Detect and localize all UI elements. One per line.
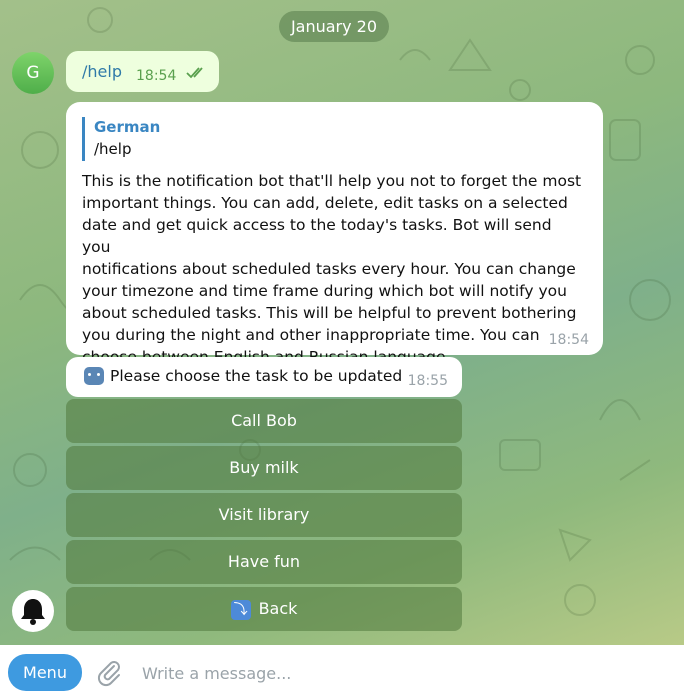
message-time: 18:55	[407, 373, 448, 389]
message-line: important things. You can add, delete, e…	[82, 194, 568, 212]
attach-paperclip-icon[interactable]	[96, 660, 122, 688]
message-line: your timezone and time frame during whic…	[82, 282, 567, 300]
bell-icon	[21, 599, 45, 625]
reply-quote[interactable]: German /help	[82, 117, 160, 161]
read-checkmarks-icon	[186, 67, 203, 79]
message-line: notifications about scheduled tasks ever…	[82, 260, 576, 278]
keyboard-button-buy-milk[interactable]: Buy milk	[66, 446, 462, 490]
message-text: /help	[82, 62, 122, 81]
keyboard-button-label: Back	[258, 599, 298, 618]
message-text: Please choose the task to be updated	[110, 367, 403, 385]
message-line: This is the notification bot that'll hel…	[82, 172, 582, 190]
date-separator: January 20	[279, 11, 389, 42]
message-time: 18:54	[548, 332, 589, 348]
robot-icon	[84, 367, 104, 385]
outgoing-message[interactable]: /help 18:54	[66, 51, 219, 92]
bot-help-message[interactable]: German /help This is the notification bo…	[66, 102, 603, 366]
bot-prompt-message[interactable]: Please choose the task to be updated 18:…	[66, 357, 462, 397]
menu-button[interactable]: Menu	[8, 654, 82, 691]
composer-bar: Menu	[0, 645, 684, 699]
message-line: about scheduled tasks. This will be help…	[82, 304, 577, 322]
message-line: you during the night and other inappropr…	[82, 326, 540, 344]
keyboard-button-have-fun[interactable]: Have fun	[66, 540, 462, 584]
keyboard-button-back[interactable]: ⤵ Back	[66, 587, 462, 631]
message-line: date and get quick access to the today's…	[82, 216, 552, 256]
bot-avatar[interactable]	[12, 590, 54, 632]
keyboard-button-visit-library[interactable]: Visit library	[66, 493, 462, 537]
quote-text: /help	[94, 140, 132, 158]
message-time: 18:54	[136, 68, 177, 84]
user-avatar[interactable]: G	[12, 52, 54, 94]
keyboard-button-call-bob[interactable]: Call Bob	[66, 399, 462, 443]
message-body: This is the notification bot that'll hel…	[82, 170, 582, 368]
quote-author: German	[94, 118, 161, 136]
message-input[interactable]	[140, 656, 664, 690]
back-arrow-icon: ⤵	[230, 599, 251, 620]
